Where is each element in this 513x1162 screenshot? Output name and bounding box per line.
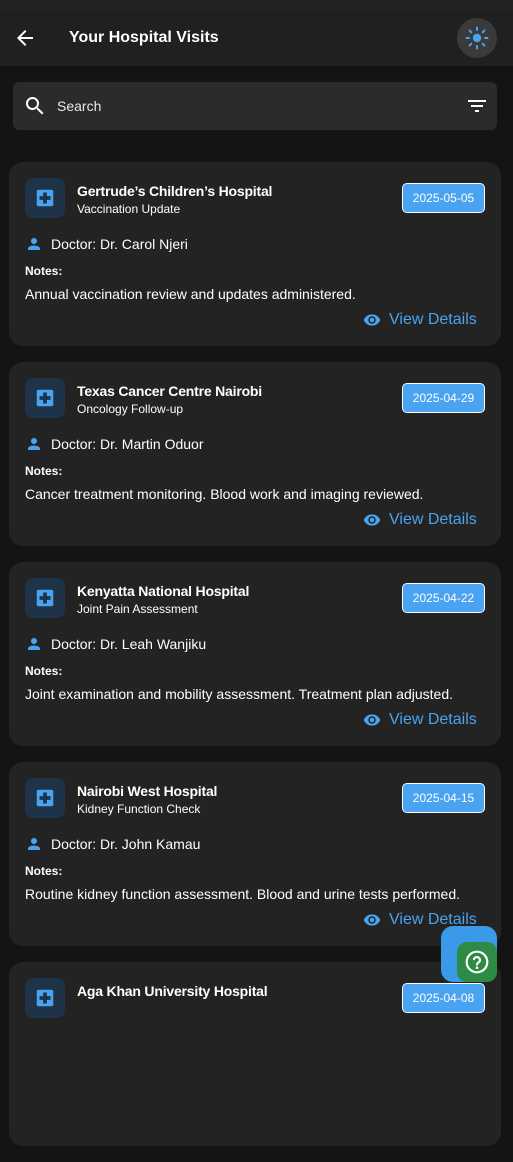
hospital-name: Nairobi West Hospital — [77, 783, 218, 799]
person-icon — [28, 438, 40, 450]
doctor-row: Doctor: Dr. Martin Oduor — [25, 435, 204, 453]
notes-text: Cancer treatment monitoring. Blood work … — [25, 486, 424, 502]
hospital-name: Aga Khan University Hospital — [77, 983, 268, 999]
notes-label: Notes: — [25, 664, 63, 678]
visit-purpose: Oncology Follow-up — [77, 402, 184, 416]
notes-text: Joint examination and mobility assessmen… — [25, 686, 454, 702]
hospital-icon-box — [25, 578, 65, 618]
notes-text: Annual vaccination review and updates ad… — [25, 286, 356, 302]
visit-list: Gertrude’s Children’s Hospital Vaccinati… — [9, 162, 501, 1162]
medical-cross-icon — [36, 589, 54, 607]
doctor-row: Doctor: Dr. Leah Wanjiku — [25, 635, 206, 653]
hospital-icon-box — [25, 778, 65, 818]
doctor-name: Doctor: Dr. Carol Njeri — [51, 236, 188, 252]
date-badge: 2025-04-15 — [402, 783, 485, 813]
medical-cross-icon — [36, 989, 54, 1007]
doctor-row: Doctor: Dr. Carol Njeri — [25, 235, 188, 253]
view-details-label: View Details — [389, 711, 477, 728]
hospital-name: Kenyatta National Hospital — [77, 583, 250, 599]
doctor-row: Doctor: Dr. John Kamau — [25, 835, 200, 853]
view-details-button[interactable]: View Details — [363, 310, 477, 330]
app-bar: Your Hospital Visits — [0, 10, 513, 66]
doctor-name: Doctor: Dr. Leah Wanjiku — [51, 636, 207, 652]
visit-card[interactable]: Texas Cancer Centre Nairobi Oncology Fol… — [9, 362, 501, 546]
hospital-icon-box — [25, 978, 65, 1018]
doctor-name: Doctor: Dr. John Kamau — [51, 836, 201, 852]
notes-label: Notes: — [25, 864, 63, 878]
hospital-icon-box — [25, 378, 65, 418]
date-badge: 2025-04-08 — [402, 983, 485, 1013]
back-button[interactable] — [13, 26, 37, 50]
hospital-name: Texas Cancer Centre Nairobi — [77, 383, 262, 399]
notes-label: Notes: — [25, 264, 63, 278]
search-bar — [13, 82, 497, 130]
status-bar — [0, 0, 513, 10]
eye-icon — [363, 914, 381, 926]
arrow-back-icon — [17, 30, 33, 46]
notes-label: Notes: — [25, 464, 63, 478]
sun-icon — [465, 26, 489, 50]
search-input[interactable] — [57, 82, 437, 130]
hospital-name: Gertrude’s Children’s Hospital — [77, 183, 273, 199]
view-details-label: View Details — [389, 311, 477, 328]
page-title: Your Hospital Visits — [69, 29, 219, 46]
help-button[interactable] — [457, 942, 497, 982]
person-icon — [28, 838, 40, 850]
eye-icon — [363, 714, 381, 726]
visit-card[interactable]: Nairobi West Hospital Kidney Function Ch… — [9, 762, 501, 946]
eye-icon — [363, 514, 381, 526]
person-icon — [28, 238, 40, 250]
date-badge: 2025-05-05 — [402, 183, 485, 213]
eye-icon — [363, 314, 381, 326]
visit-card[interactable]: Aga Khan University Hospital 2025-04-08 — [9, 962, 501, 1146]
search-icon — [26, 97, 44, 115]
view-details-button[interactable]: View Details — [363, 710, 477, 730]
doctor-name: Doctor: Dr. Martin Oduor — [51, 436, 204, 452]
person-icon — [28, 638, 40, 650]
visit-purpose: Kidney Function Check — [77, 802, 201, 816]
hospital-icon-box — [25, 178, 65, 218]
notes-text: Routine kidney function assessment. Bloo… — [25, 886, 461, 902]
filter-icon[interactable] — [465, 94, 489, 118]
theme-toggle-button[interactable] — [457, 18, 497, 58]
date-badge: 2025-04-29 — [402, 383, 485, 413]
visit-card[interactable]: Gertrude’s Children’s Hospital Vaccinati… — [9, 162, 501, 346]
medical-cross-icon — [36, 189, 54, 207]
date-badge: 2025-04-22 — [402, 583, 485, 613]
visit-purpose: Vaccination Update — [77, 202, 181, 216]
medical-cross-icon — [36, 789, 54, 807]
medical-cross-icon — [36, 389, 54, 407]
help-circle-icon — [465, 950, 489, 974]
view-details-button[interactable]: View Details — [363, 510, 477, 530]
visit-card[interactable]: Kenyatta National Hospital Joint Pain As… — [9, 562, 501, 746]
visit-purpose: Joint Pain Assessment — [77, 602, 198, 616]
view-details-label: View Details — [389, 511, 477, 528]
